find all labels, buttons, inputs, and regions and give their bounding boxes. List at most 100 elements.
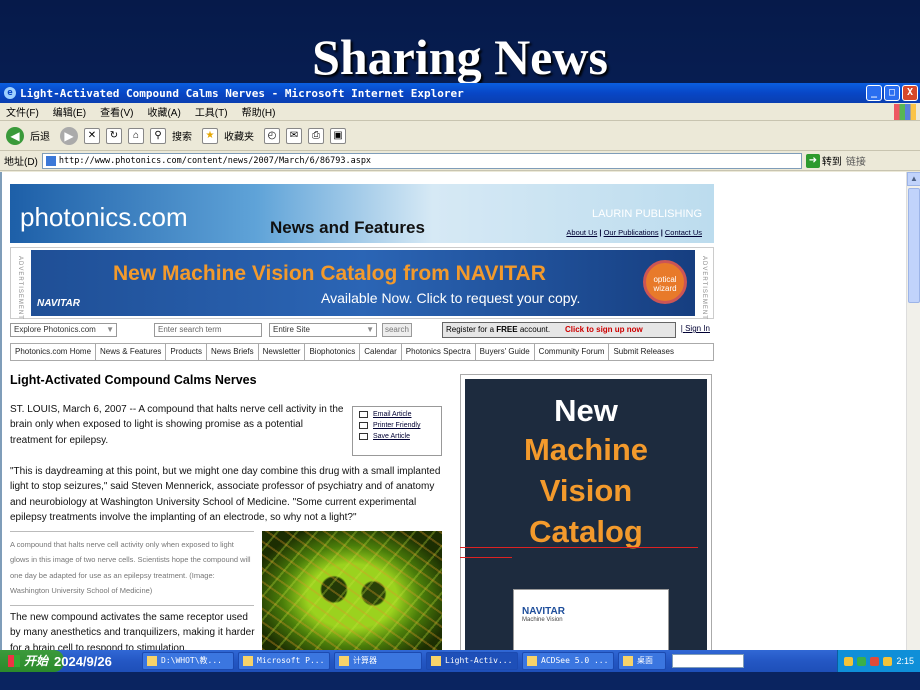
print-icon[interactable]: ⎙ (308, 127, 324, 144)
go-button[interactable]: ➜ 转到 (805, 153, 842, 168)
nav-buyers-guide[interactable]: Buyers' Guide (476, 344, 535, 360)
save-article-link[interactable]: Save Article (359, 433, 435, 440)
task-explorer[interactable]: D:\WHOT\教... (142, 652, 234, 670)
history-icon[interactable]: ◴ (264, 127, 280, 144)
search-submit-button[interactable]: search (382, 323, 412, 337)
menu-favorites[interactable]: 收藏(A) (147, 104, 180, 119)
catalog-book-image: NAVITAR Machine Vision (513, 589, 669, 650)
publications-link[interactable]: Our Publications (604, 228, 659, 237)
ie-logo-icon: e (4, 87, 16, 99)
nav-products[interactable]: Products (166, 344, 207, 360)
tray-icon[interactable] (844, 656, 854, 666)
home-icon[interactable]: ⌂ (128, 127, 144, 144)
contact-us-link[interactable]: Contact Us (665, 228, 702, 237)
book-brand: NAVITAR (522, 606, 565, 617)
scroll-thumb[interactable] (908, 188, 920, 303)
nav-newsletter[interactable]: Newsletter (259, 344, 306, 360)
dropdown-arrow-icon: ▼ (366, 325, 374, 334)
scroll-up-icon[interactable]: ▲ (907, 172, 920, 186)
printer-friendly-link[interactable]: Printer Friendly (359, 422, 435, 429)
menu-tools[interactable]: 工具(T) (195, 104, 228, 119)
navitar-ad[interactable]: New Machine Vision Catalog from NAVITAR … (31, 250, 695, 316)
printer-icon (359, 422, 368, 429)
back-arrow-icon[interactable]: ◀ (6, 126, 24, 145)
image-caption: A compound that halts nerve cell activit… (10, 540, 251, 596)
ad-line-new: New (554, 393, 618, 428)
slide-bottom-band (0, 672, 920, 690)
window-titlebar[interactable]: e Light-Activated Compound Calms Nerves … (0, 83, 920, 103)
optical-wizard-badge: optical wizard (643, 260, 687, 304)
scope-select[interactable]: Entire Site ▼ (269, 323, 377, 337)
signin-label: Sign In (685, 324, 710, 333)
explore-select[interactable]: Explore Photonics.com ▼ (10, 323, 117, 337)
menu-help[interactable]: 帮助(H) (242, 104, 276, 119)
menu-edit[interactable]: 编辑(E) (53, 104, 86, 119)
nav-biophotonics[interactable]: Biophotonics (305, 344, 361, 360)
email-article-link[interactable]: Email Article (359, 411, 435, 418)
menu-view[interactable]: 查看(V) (100, 104, 133, 119)
menu-bar: 文件(F) 编辑(E) 查看(V) 收藏(A) 工具(T) 帮助(H) (0, 103, 920, 121)
mail-icon[interactable]: ✉ (286, 127, 302, 144)
book-title: Machine Vision (522, 617, 563, 623)
stop-icon[interactable]: ✕ (84, 127, 100, 144)
ad-subtext: Available Now. Click to request your cop… (321, 290, 581, 306)
refresh-icon[interactable]: ↻ (106, 127, 122, 144)
favorites-button[interactable]: 收藏夹 (224, 128, 254, 143)
close-button[interactable]: X (902, 85, 918, 101)
signup-link[interactable]: Click to sign up now (565, 323, 643, 337)
article-paragraph-3: The new compound activates the same rece… (10, 612, 255, 650)
search-icon[interactable]: ⚲ (150, 127, 166, 144)
address-input[interactable]: http://www.photonics.com/content/news/20… (41, 152, 802, 169)
nav-news-briefs[interactable]: News Briefs (207, 344, 259, 360)
menu-file[interactable]: 文件(F) (6, 104, 39, 119)
nav-community-forum[interactable]: Community Forum (535, 344, 610, 360)
maximize-button[interactable]: □ (884, 85, 900, 101)
catalog-ad[interactable]: New Machine Vision Catalog NAVITAR Machi… (465, 379, 707, 650)
edit-icon[interactable]: ▣ (330, 127, 346, 144)
about-us-link[interactable]: About Us (566, 228, 597, 237)
signin-link[interactable]: | Sign In (681, 324, 710, 333)
task-calculator[interactable]: 计算器 (334, 652, 422, 670)
link-separator: | (660, 228, 663, 237)
nav-photonics-spectra[interactable]: Photonics Spectra (402, 344, 476, 360)
printer-friendly-label: Printer Friendly (373, 422, 421, 429)
register-free: FREE (496, 325, 518, 334)
links-label[interactable]: 链接 (846, 153, 866, 168)
forward-arrow-icon[interactable]: ▶ (60, 126, 78, 145)
task-desktop[interactable]: 桌面 (618, 652, 666, 670)
article-paragraph-1: ST. LOUIS, March 6, 2007 -- A compound t… (10, 404, 344, 446)
red-annotation-line-short (460, 557, 512, 558)
page-content: photonics.com News and Features LAURIN P… (0, 172, 906, 650)
task-acdsee[interactable]: ACDSee 5.0 ... (522, 652, 614, 670)
nav-news-features[interactable]: News & Features (96, 344, 167, 360)
vertical-scrollbar[interactable]: ▲ (906, 172, 920, 650)
nav-calendar[interactable]: Calendar (360, 344, 402, 360)
address-bar: 地址(D) http://www.photonics.com/content/n… (0, 151, 920, 171)
back-button[interactable]: 后退 (30, 128, 50, 143)
tray-icon[interactable] (857, 656, 867, 666)
red-annotation-line (460, 547, 698, 548)
nav-home[interactable]: Photonics.com Home (11, 344, 97, 360)
go-label: 转到 (821, 157, 842, 168)
side-advertisement[interactable]: New Machine Vision Catalog NAVITAR Machi… (460, 374, 712, 650)
ad-line-machine: Machine (523, 432, 649, 467)
start-label: 开始 (24, 654, 49, 668)
favorites-star-icon[interactable]: ★ (202, 127, 218, 144)
tray-icon[interactable] (883, 656, 893, 666)
site-logo[interactable]: photonics.com (20, 202, 188, 233)
nav-submit-releases[interactable]: Submit Releases (609, 344, 677, 360)
search-button[interactable]: 搜索 (172, 128, 192, 143)
slide-title: Sharing News (312, 29, 608, 85)
minimize-button[interactable]: _ (866, 85, 882, 101)
advertisement-banner[interactable]: ADVERTISEMENT ADVERTISEMENT New Machine … (10, 247, 714, 320)
navitar-logo: NAVITAR (37, 298, 80, 309)
taskbar-search-input[interactable] (672, 654, 744, 668)
signin-separator: | (680, 324, 683, 333)
task-ie[interactable]: Light-Activ... (426, 652, 518, 670)
search-input[interactable]: Enter search term (154, 323, 262, 337)
caption-divider-top (10, 531, 254, 532)
task-powerpoint[interactable]: Microsoft P... (238, 652, 330, 670)
tray-icon[interactable] (870, 656, 880, 666)
section-title: News and Features (270, 218, 425, 237)
ad-line-catalog: Catalog (529, 514, 643, 549)
